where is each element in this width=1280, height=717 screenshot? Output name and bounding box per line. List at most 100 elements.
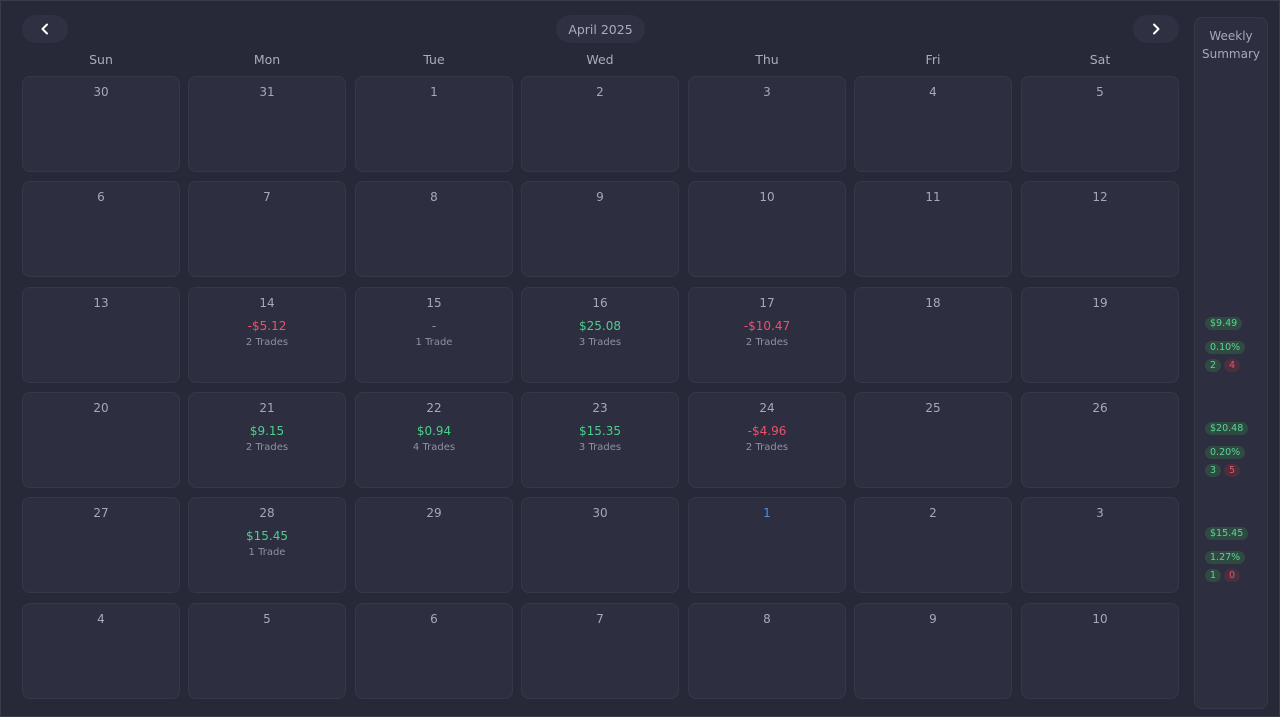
day-number: 8 bbox=[430, 190, 438, 204]
day-number: 5 bbox=[263, 612, 271, 626]
day-number: 21 bbox=[259, 401, 275, 415]
day-cell[interactable]: 17 -$10.47 2 Trades bbox=[688, 287, 846, 383]
day-cell[interactable]: 8 bbox=[688, 603, 846, 699]
day-number: 31 bbox=[259, 85, 275, 99]
day-number: 14 bbox=[259, 296, 275, 310]
day-cell[interactable]: 7 bbox=[521, 603, 679, 699]
day-number: 24 bbox=[759, 401, 775, 415]
day-number: 20 bbox=[93, 401, 109, 415]
weekly-summary-panel: Weekly Summary $9.49 0.10% 2 4 $20.48 0.20% 3 5… bbox=[1194, 17, 1268, 709]
day-cell[interactable]: 29 bbox=[355, 497, 513, 593]
day-cell[interactable]: 31 bbox=[188, 76, 346, 172]
day-cell[interactable]: 8 bbox=[355, 181, 513, 277]
day-number: 29 bbox=[426, 506, 442, 520]
day-number: 4 bbox=[97, 612, 105, 626]
weekly-wins-badge: 2 bbox=[1205, 359, 1222, 372]
month-title[interactable]: April 2025 bbox=[556, 15, 645, 43]
day-trade-count: 1 Trade bbox=[415, 337, 453, 348]
day-pnl: $25.08 bbox=[579, 319, 621, 333]
day-cell[interactable]: 24 -$4.96 2 Trades bbox=[688, 392, 846, 488]
day-cell[interactable]: 22 $0.94 4 Trades bbox=[355, 392, 513, 488]
day-number: 23 bbox=[592, 401, 608, 415]
day-cell[interactable]: 9 bbox=[521, 181, 679, 277]
day-cell[interactable]: 7 bbox=[188, 181, 346, 277]
weekday-4: Thu bbox=[755, 52, 779, 67]
weekly-summary-entry: $9.49 0.10% 2 4 bbox=[1205, 311, 1265, 377]
day-trade-count: 2 Trades bbox=[745, 442, 789, 453]
day-number: 19 bbox=[1092, 296, 1108, 310]
day-cell[interactable]: 18 bbox=[854, 287, 1012, 383]
day-cell[interactable]: 20 bbox=[22, 392, 180, 488]
day-cell[interactable]: 4 bbox=[22, 603, 180, 699]
day-cell[interactable]: 23 $15.35 3 Trades bbox=[521, 392, 679, 488]
day-cell[interactable]: 13 bbox=[22, 287, 180, 383]
day-pnl: $9.15 bbox=[249, 424, 285, 438]
weekday-0: Sun bbox=[89, 52, 113, 67]
day-cell[interactable]: 27 bbox=[22, 497, 180, 593]
day-number: 26 bbox=[1092, 401, 1108, 415]
day-cell[interactable]: 14 -$5.12 2 Trades bbox=[188, 287, 346, 383]
day-number: 9 bbox=[596, 190, 604, 204]
weekly-percent-badge: 0.10% bbox=[1205, 341, 1246, 354]
day-cell[interactable]: 3 bbox=[1021, 497, 1179, 593]
day-cell[interactable]: 1 bbox=[688, 497, 846, 593]
day-cell[interactable]: 2 bbox=[854, 497, 1012, 593]
day-cell[interactable]: 6 bbox=[22, 181, 180, 277]
chevron-right-icon bbox=[1153, 23, 1160, 35]
day-number: 2 bbox=[929, 506, 937, 520]
weekday-6: Sat bbox=[1089, 52, 1111, 67]
day-number: 13 bbox=[93, 296, 109, 310]
day-number: 10 bbox=[1092, 612, 1108, 626]
next-month-button[interactable] bbox=[1133, 15, 1179, 43]
day-cell[interactable]: 6 bbox=[355, 603, 513, 699]
day-cell[interactable]: 5 bbox=[1021, 76, 1179, 172]
day-cell[interactable]: 15 - 1 Trade bbox=[355, 287, 513, 383]
day-cell[interactable]: 5 bbox=[188, 603, 346, 699]
weekly-wins-badge: 1 bbox=[1205, 569, 1222, 582]
day-pnl: $15.35 bbox=[579, 424, 621, 438]
day-cell[interactable]: 3 bbox=[688, 76, 846, 172]
day-trade-count: 2 Trades bbox=[745, 337, 789, 348]
weekly-wins-badge: 3 bbox=[1205, 464, 1222, 477]
weekday-3: Wed bbox=[586, 52, 614, 67]
day-number: 3 bbox=[1096, 506, 1104, 520]
day-number: 30 bbox=[592, 506, 608, 520]
day-cell[interactable]: 10 bbox=[1021, 603, 1179, 699]
day-cell[interactable]: 28 $15.45 1 Trade bbox=[188, 497, 346, 593]
day-cell[interactable]: 21 $9.15 2 Trades bbox=[188, 392, 346, 488]
day-number: 6 bbox=[430, 612, 438, 626]
weekday-5: Fri bbox=[925, 52, 941, 67]
day-cell[interactable]: 10 bbox=[688, 181, 846, 277]
day-number: 11 bbox=[925, 190, 941, 204]
day-number: 18 bbox=[925, 296, 941, 310]
day-cell[interactable]: 4 bbox=[854, 76, 1012, 172]
calendar-app: April 2025 Sun Mon Tue Wed Thu Fri Sat 30 31 1 2 3… bbox=[0, 0, 1280, 717]
day-cell[interactable]: 19 bbox=[1021, 287, 1179, 383]
prev-month-button[interactable] bbox=[22, 15, 68, 43]
day-number: 27 bbox=[93, 506, 109, 520]
day-cell[interactable]: 26 bbox=[1021, 392, 1179, 488]
day-cell[interactable]: 2 bbox=[521, 76, 679, 172]
weekly-pnl-badge: $9.49 bbox=[1205, 317, 1243, 330]
weekly-summary-entry: $20.48 0.20% 3 5 bbox=[1205, 416, 1265, 482]
day-cell[interactable]: 30 bbox=[22, 76, 180, 172]
day-cell[interactable]: 9 bbox=[854, 603, 1012, 699]
day-number: 15 bbox=[426, 296, 442, 310]
day-trade-count: 3 Trades bbox=[578, 337, 622, 348]
weekly-summary-title-text: Weekly Summary bbox=[1202, 29, 1260, 61]
weekday-2: Tue bbox=[423, 52, 445, 67]
weekly-losses-badge: 5 bbox=[1224, 464, 1241, 477]
day-cell[interactable]: 11 bbox=[854, 181, 1012, 277]
day-number: 10 bbox=[759, 190, 775, 204]
day-cell[interactable]: 30 bbox=[521, 497, 679, 593]
weekly-losses-badge: 0 bbox=[1224, 569, 1241, 582]
day-cell[interactable]: 12 bbox=[1021, 181, 1179, 277]
day-number: 17 bbox=[759, 296, 775, 310]
weekly-summary-title: Weekly Summary bbox=[1195, 27, 1267, 63]
day-cell[interactable]: 25 bbox=[854, 392, 1012, 488]
day-cell[interactable]: 16 $25.08 3 Trades bbox=[521, 287, 679, 383]
day-trade-count: 2 Trades bbox=[245, 442, 289, 453]
day-number: 7 bbox=[263, 190, 271, 204]
day-cell[interactable]: 1 bbox=[355, 76, 513, 172]
day-trade-count: 1 Trade bbox=[248, 547, 286, 558]
